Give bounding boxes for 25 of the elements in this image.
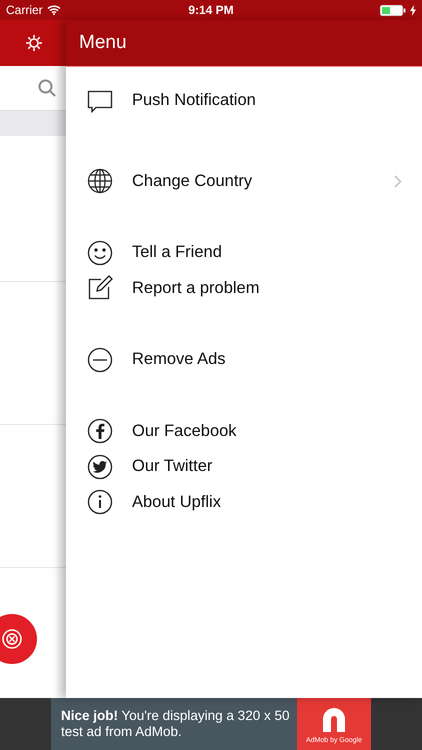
globe-icon — [87, 168, 113, 194]
menu-item[interactable]: About Upflix — [66, 484, 422, 520]
carrier-label: Carrier — [6, 3, 43, 17]
wifi-icon — [46, 5, 61, 15]
menu-item[interactable]: Our Twitter — [66, 449, 422, 484]
twitter-icon — [87, 454, 113, 480]
smile-icon — [87, 240, 113, 266]
menu-item[interactable]: Remove Ads — [66, 342, 422, 378]
battery-icon — [380, 4, 406, 16]
status-time: 9:14 PM — [188, 3, 234, 17]
menu-title: Menu — [79, 32, 127, 54]
edit-icon — [87, 275, 113, 302]
info-icon — [87, 489, 113, 516]
facebook-icon — [87, 418, 113, 444]
menu-item[interactable]: Push Notification — [66, 83, 422, 118]
menu-item[interactable]: Tell a Friend — [66, 235, 422, 270]
ad-text: Nice job! You're displaying a 320 x 50 test ad from AdMob. — [61, 708, 290, 740]
menu-item[interactable]: Report a problem — [66, 270, 422, 306]
floating-button[interactable] — [0, 614, 37, 664]
menu-item[interactable]: Our Facebook — [66, 414, 422, 449]
search-icon[interactable] — [38, 79, 56, 97]
menu-item[interactable]: Change Country — [66, 164, 422, 199]
section-header — [0, 111, 66, 136]
settings-icon[interactable] — [25, 34, 43, 52]
minus-icon — [87, 346, 113, 373]
